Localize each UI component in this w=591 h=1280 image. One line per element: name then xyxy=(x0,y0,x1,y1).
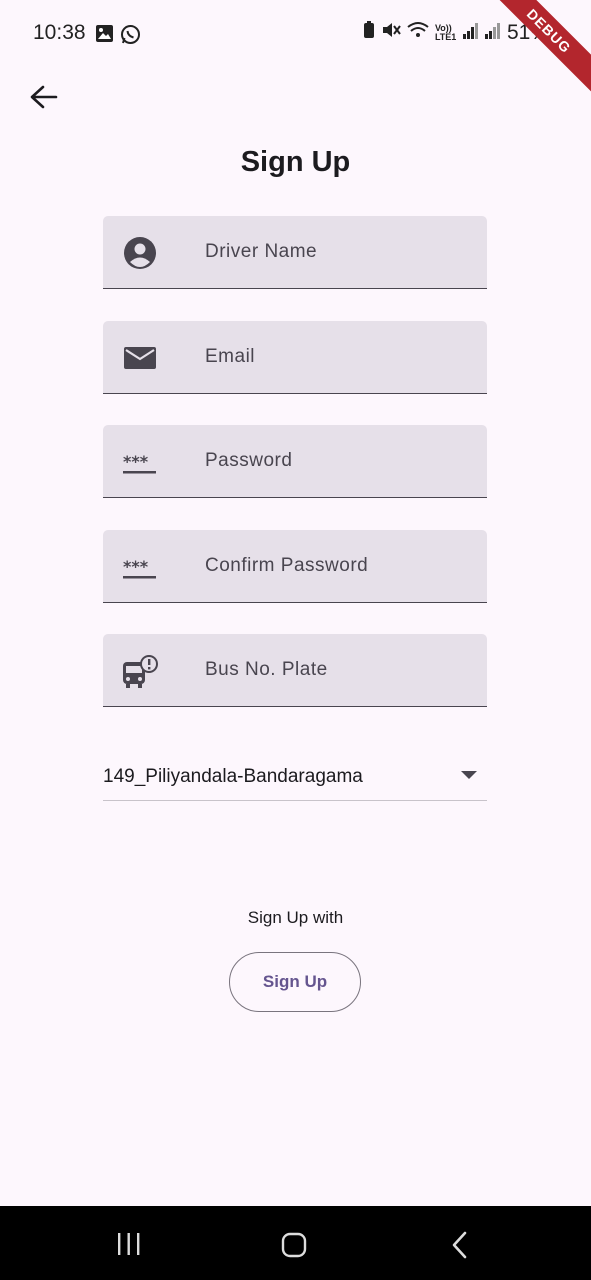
driver-name-label: Driver Name xyxy=(205,241,318,262)
page-title: Sign Up xyxy=(240,146,351,178)
driver-name-field[interactable]: Driver Name xyxy=(103,216,487,289)
signal-icon-1 xyxy=(462,21,479,45)
bus-plate-label: Bus No. Plate xyxy=(205,659,328,680)
back-button[interactable] xyxy=(26,80,62,116)
confirm-password-label: Confirm Password xyxy=(205,555,369,576)
status-time: 10:38 xyxy=(33,21,86,44)
bus-plate-field[interactable]: Bus No. Plate xyxy=(103,634,487,707)
svg-text:***: *** xyxy=(123,557,149,576)
svg-text:***: *** xyxy=(123,452,149,471)
confirm-password-field[interactable]: *** Confirm Password xyxy=(103,530,487,603)
gallery-icon xyxy=(95,24,114,48)
recent-apps-button[interactable] xyxy=(116,1232,142,1261)
signup-button[interactable]: Sign Up xyxy=(229,952,361,1012)
arrow-back-icon xyxy=(30,85,58,109)
password-icon: *** xyxy=(123,445,157,479)
nav-back-button[interactable] xyxy=(451,1231,469,1264)
password-field[interactable]: *** Password xyxy=(103,425,487,498)
route-dropdown[interactable]: 149_Piliyandala-Bandaragama xyxy=(103,752,487,801)
status-icons: Vo)) LTE1 51% xyxy=(363,21,549,45)
email-label: Email xyxy=(205,346,256,367)
volte-label: Vo)) LTE1 xyxy=(434,23,457,42)
password-icon: *** xyxy=(123,550,157,584)
signup-with-label: Sign Up with xyxy=(247,908,344,927)
debug-banner: DEBUG xyxy=(483,0,591,97)
bus-alert-icon xyxy=(123,654,158,688)
email-field[interactable]: Email xyxy=(103,321,487,394)
battery-saver-icon xyxy=(363,21,375,45)
system-nav-bar xyxy=(0,1206,591,1280)
mute-icon xyxy=(381,21,401,45)
account-circle-icon xyxy=(123,236,157,270)
whatsapp-icon xyxy=(120,24,141,50)
password-label: Password xyxy=(205,450,293,471)
status-bar: 10:38 Vo)) LTE1 51% DEBUG xyxy=(0,0,591,97)
wifi-icon xyxy=(407,21,429,45)
email-icon xyxy=(123,341,157,375)
route-dropdown-value: 149_Piliyandala-Bandaragama xyxy=(103,766,363,787)
home-button[interactable] xyxy=(281,1232,307,1263)
dropdown-arrow-icon xyxy=(461,771,477,779)
signal-icon-2 xyxy=(484,21,501,45)
